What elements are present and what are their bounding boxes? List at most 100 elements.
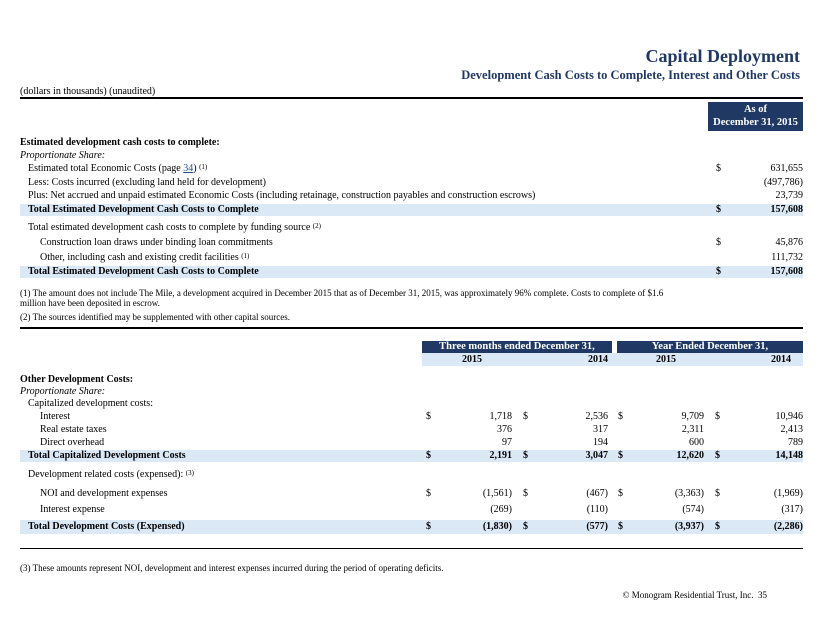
year-col-3: 2015 <box>656 354 676 365</box>
row-label: Estimated total Economic Costs (page 34)… <box>28 163 208 174</box>
row-label: Other, including cash and existing credi… <box>40 252 239 263</box>
row-value: 23,739 <box>775 190 804 201</box>
row-value: 631,655 <box>770 163 804 174</box>
cell: 789 <box>788 437 803 448</box>
table-row: Plus: Net accrued and unpaid estimated E… <box>20 190 803 201</box>
cell: (110) <box>586 504 608 515</box>
page-link[interactable]: 34 <box>183 163 193 174</box>
dollar-sign: $ <box>715 488 720 499</box>
year-col-1: 2015 <box>462 354 482 365</box>
row-label: Interest expense <box>40 504 105 515</box>
section1-subheading: Proportionate Share: <box>20 150 106 161</box>
footnote-3: (3) These amounts represent NOI, develop… <box>20 563 444 573</box>
cell: (2,286) <box>773 521 803 532</box>
cell: 9,709 <box>681 411 705 422</box>
total-row: Total Estimated Development Cash Costs t… <box>20 266 803 278</box>
dollar-sign: $ <box>716 163 721 174</box>
cell: 14,148 <box>775 450 804 461</box>
cell: (1,561) <box>482 488 512 499</box>
row-label: Total Development Costs (Expensed) <box>28 521 185 532</box>
cell: 12,620 <box>676 450 705 461</box>
row-value: 45,876 <box>775 237 804 248</box>
row-label: Total Capitalized Development Costs <box>28 450 186 461</box>
dollar-sign: $ <box>715 450 720 461</box>
row-label: Construction loan draws under binding lo… <box>40 237 273 248</box>
cell: 10,946 <box>775 411 804 422</box>
dollar-sign: $ <box>426 411 431 422</box>
table-row: Less: Costs incurred (excluding land hel… <box>20 177 803 188</box>
table-row: Direct overhead 97 194 600 789 <box>20 437 803 448</box>
row-value: 111,732 <box>771 252 803 263</box>
year-col-4: 2014 <box>771 354 791 365</box>
cell: (577) <box>586 521 608 532</box>
page-subtitle: Development Cash Costs to Complete, Inte… <box>461 68 800 82</box>
cell: (3,363) <box>674 488 704 499</box>
total-row: Total Development Costs (Expensed) $ (1,… <box>20 520 803 534</box>
copyright-text: © Monogram Residential Trust, Inc. <box>622 590 754 600</box>
section2-heading: Other Development Costs: <box>20 374 134 385</box>
cell: (269) <box>490 504 512 515</box>
row-label: Total Estimated Development Cash Costs t… <box>28 266 259 277</box>
section1-heading: Estimated development cash costs to comp… <box>20 137 220 148</box>
section-rule-bottom <box>20 548 803 549</box>
row-label: Total Estimated Development Cash Costs t… <box>28 204 259 215</box>
row-label: Plus: Net accrued and unpaid estimated E… <box>28 190 536 201</box>
table-row: NOI and development expenses $ (1,561) $… <box>20 488 803 499</box>
table-row: Interest expense (269) (110) (574) (317) <box>20 504 803 515</box>
table-row: Estimated total Economic Costs (page 34)… <box>20 163 803 174</box>
total-row: Total Capitalized Development Costs $ 2,… <box>20 450 803 462</box>
dollar-sign: $ <box>618 411 623 422</box>
as-of-header-line2: December 31, 2015 <box>713 117 798 128</box>
as-of-header: As of December 31, 2015 <box>708 102 803 131</box>
dollar-sign: $ <box>716 237 721 248</box>
year-header-row: 2015 2014 2015 2014 <box>422 353 803 366</box>
dollar-sign: $ <box>618 450 623 461</box>
cell: 1,718 <box>489 411 513 422</box>
cell: (317) <box>781 504 803 515</box>
dollar-sign: $ <box>618 521 623 532</box>
table-row: Interest $ 1,718 $ 2,536 $ 9,709 $ 10,94… <box>20 411 803 422</box>
row-label: Less: Costs incurred (excluding land hel… <box>28 177 266 188</box>
dollar-sign: $ <box>523 450 528 461</box>
header-rule <box>20 97 803 99</box>
table-row: Other, including cash and existing credi… <box>40 252 803 263</box>
year-ended-header: Year Ended December 31, <box>617 341 803 353</box>
cell: 194 <box>593 437 608 448</box>
section-rule <box>20 327 803 329</box>
cell: 376 <box>497 424 512 435</box>
row-value: (497,786) <box>763 177 803 188</box>
row-label: Direct overhead <box>40 437 105 448</box>
dollar-sign: $ <box>426 521 431 532</box>
cell: (467) <box>586 488 608 499</box>
cell: 97 <box>502 437 512 448</box>
dollar-sign: $ <box>426 488 431 499</box>
cell: (3,937) <box>674 521 704 532</box>
cell: 600 <box>689 437 704 448</box>
as-of-header-line1: As of <box>743 104 768 115</box>
row-value: 157,608 <box>770 266 804 277</box>
dollar-sign: $ <box>716 266 721 277</box>
row-label: NOI and development expenses <box>40 488 168 499</box>
dollar-sign: $ <box>716 204 721 215</box>
page-footer: © Monogram Residential Trust, Inc. 35 <box>623 590 767 600</box>
cell: (574) <box>682 504 704 515</box>
cell: 317 <box>593 424 608 435</box>
dollar-sign: $ <box>523 488 528 499</box>
dollar-sign: $ <box>715 521 720 532</box>
dollar-sign: $ <box>523 521 528 532</box>
row-label: Real estate taxes <box>40 424 107 435</box>
cell: (1,969) <box>773 488 803 499</box>
funding-label: Total estimated development cash costs t… <box>28 222 311 233</box>
cell: (1,830) <box>482 521 512 532</box>
row-value: 157,608 <box>770 204 804 215</box>
page-number: 35 <box>758 590 767 600</box>
cell: 2,311 <box>681 424 704 435</box>
funding-label-row: Total estimated development cash costs t… <box>28 222 321 233</box>
footnote-2: (2) The sources identified may be supple… <box>20 312 290 322</box>
three-months-header: Three months ended December 31, <box>422 341 612 353</box>
cell: 3,047 <box>585 450 609 461</box>
table-row: Construction loan draws under binding lo… <box>20 237 803 248</box>
row-label: Interest <box>40 411 70 422</box>
exp-label-row: Development related costs (expensed): (3… <box>28 469 194 480</box>
cell: 2,536 <box>585 411 609 422</box>
